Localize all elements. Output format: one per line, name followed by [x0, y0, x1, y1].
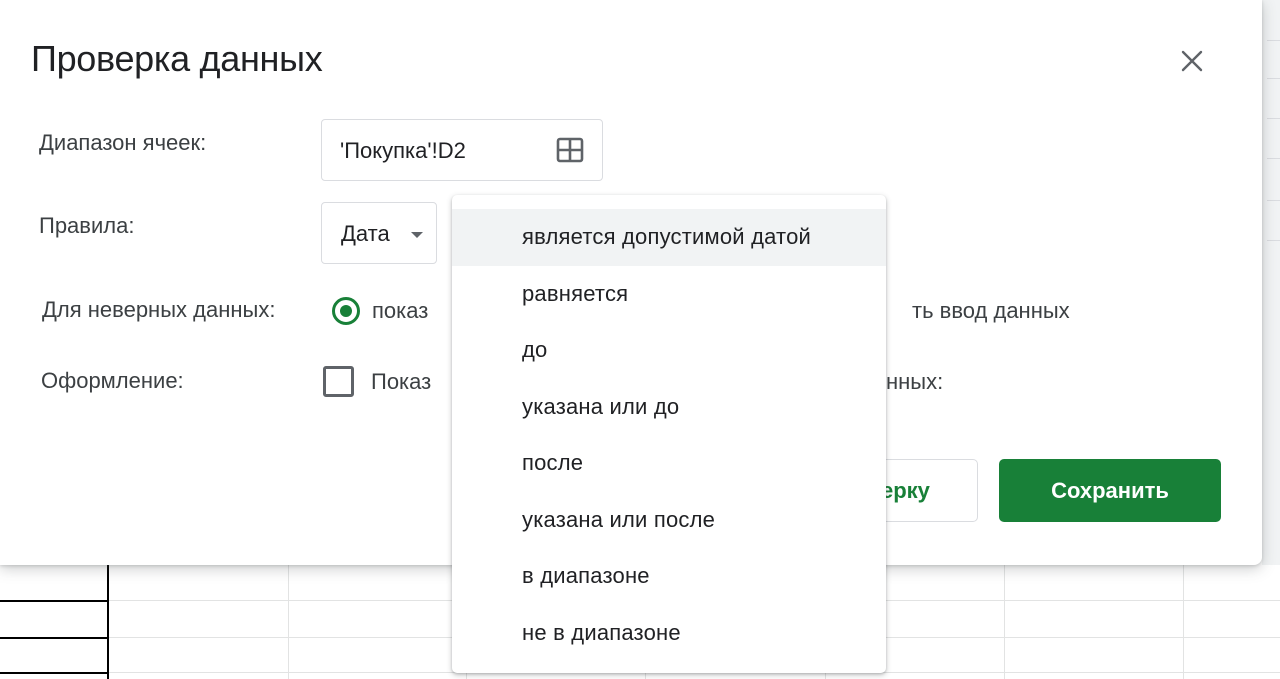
show-warning-radio[interactable]	[332, 297, 360, 325]
dialog-title: Проверка данных	[31, 38, 323, 79]
menu-item-between[interactable]: в диапазоне	[452, 548, 886, 605]
save-button[interactable]: Сохранить	[999, 459, 1221, 522]
menu-item-not-between[interactable]: не в диапазоне	[452, 605, 886, 662]
rule-type-select[interactable]: Дата	[321, 202, 437, 264]
range-value: 'Покупка'!D2	[340, 138, 466, 163]
grid-select-icon[interactable]	[556, 137, 584, 163]
show-help-suffix: нных:	[886, 369, 944, 394]
show-warning-label: показ	[372, 298, 429, 323]
range-label: Диапазон ячеек:	[39, 130, 207, 155]
range-input[interactable]: 'Покупка'!D2	[321, 119, 603, 181]
cell-border	[107, 565, 109, 679]
close-icon	[1181, 50, 1203, 72]
menu-item-on-or-before[interactable]: указана или до	[452, 379, 886, 436]
menu-item-after[interactable]: после	[452, 435, 886, 492]
menu-item-before[interactable]: до	[452, 322, 886, 379]
appearance-label: Оформление:	[41, 368, 184, 393]
sheet-edge-strip	[1262, 0, 1280, 565]
rule-type-value: Дата	[341, 221, 390, 246]
invalid-data-label: Для неверных данных:	[42, 297, 276, 322]
condition-dropdown-menu: является допустимой датой равняется до у…	[452, 195, 886, 673]
menu-item-on-or-after[interactable]: указана или после	[452, 492, 886, 549]
show-help-checkbox[interactable]	[323, 366, 354, 397]
rules-label: Правила:	[39, 213, 135, 238]
radio-selected-dot	[340, 305, 352, 317]
close-button[interactable]	[1175, 44, 1209, 78]
reject-input-label: ть ввод данных	[912, 298, 1070, 323]
chevron-down-icon	[411, 232, 423, 238]
menu-item-equals[interactable]: равняется	[452, 266, 886, 323]
menu-item-valid-date[interactable]: является допустимой датой	[452, 209, 886, 266]
show-help-label: Показ	[371, 369, 432, 394]
